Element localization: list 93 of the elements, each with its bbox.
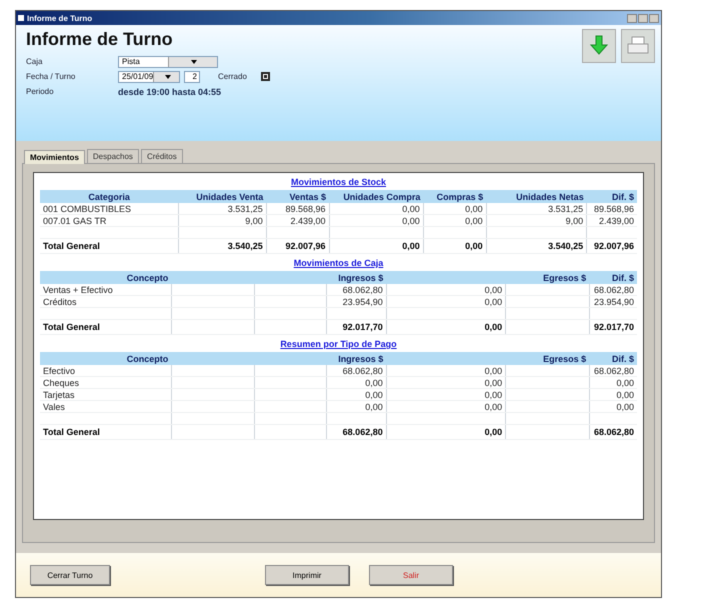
column-header: Egresos $ <box>386 271 590 284</box>
table-cell: 0,00 <box>386 400 506 412</box>
column-header: Ingresos $ <box>254 352 386 365</box>
column-header: Unidades Netas <box>486 190 587 203</box>
column-header: Dif. $ <box>586 190 637 203</box>
table-cell: 23.954,90 <box>589 296 637 308</box>
table-cell: 0,00 <box>386 388 506 400</box>
table-cell: 0,00 <box>386 284 506 296</box>
total-cell: 92.017,70 <box>589 320 637 334</box>
table-cell: 0,00 <box>386 296 506 308</box>
total-cell: Total General <box>40 238 178 254</box>
total-cell: 92.007,96 <box>586 238 637 254</box>
section-title-link[interactable]: Movimientos de Caja <box>294 258 384 268</box>
download-button[interactable] <box>582 29 616 63</box>
table-cell: 001 COMBUSTIBLES <box>40 203 178 214</box>
column-header: Dif. $ <box>589 271 637 284</box>
table-cell: 9,00 <box>178 214 266 226</box>
checkbox-label: Cerrado <box>218 72 247 81</box>
field-label: Periodo <box>26 87 55 96</box>
table-cell: Tarjetas <box>40 388 172 400</box>
field-label: Fecha / Turno <box>26 72 76 81</box>
column-header: Categoria <box>40 190 178 203</box>
table-cell: Créditos <box>40 296 172 308</box>
table-cell: 89.568,96 <box>586 203 637 214</box>
table-cell: 0,00 <box>326 400 386 412</box>
section-title-link[interactable]: Movimientos de Stock <box>290 177 386 187</box>
table-cell: 0,00 <box>386 376 506 388</box>
window-title: Informe de Turno <box>27 14 92 22</box>
table-cell: 0,00 <box>329 214 424 226</box>
table-cell: 0,00 <box>326 376 386 388</box>
total-cell: 92.017,70 <box>326 320 386 334</box>
table-cell: 0,00 <box>423 203 486 214</box>
total-cell: 3.540,25 <box>178 238 266 254</box>
column-header: Unidades Compra <box>329 190 424 203</box>
total-cell: 68.062,80 <box>589 424 637 440</box>
table-cell: 0,00 <box>589 400 637 412</box>
table-cell: Cheques <box>40 376 172 388</box>
window-icon <box>18 15 24 21</box>
cashbox-dropdown[interactable]: Pista <box>118 56 218 68</box>
table-cell: Ventas + Efectivo <box>40 284 172 296</box>
table-cell: 23.954,90 <box>326 296 386 308</box>
total-cell: Total General <box>40 424 172 440</box>
table-cell: 89.568,96 <box>266 203 330 214</box>
total-cell: 0,00 <box>386 320 506 334</box>
total-cell: 3.540,25 <box>486 238 587 254</box>
column-header: Egresos $ <box>386 352 590 365</box>
caret-icon <box>165 74 172 78</box>
table-cell: 0,00 <box>423 214 486 226</box>
closed-checkbox[interactable] <box>260 72 270 81</box>
column-header: Compras $ <box>423 190 486 203</box>
column-header: Concepto <box>40 271 255 284</box>
column-header: Concepto <box>40 352 255 365</box>
table-cell: 2.439,00 <box>586 214 637 226</box>
date-picker[interactable]: 25/01/09 <box>118 70 180 82</box>
total-cell: 0,00 <box>386 424 506 440</box>
footer-button[interactable]: Imprimir <box>265 565 349 585</box>
total-cell: 92.007,96 <box>266 238 330 254</box>
tab[interactable]: Despachos <box>86 149 139 163</box>
caret-icon <box>191 60 198 64</box>
shift-field[interactable]: 2 <box>184 70 200 82</box>
section-title-link[interactable]: Resumen por Tipo de Pago <box>280 339 397 349</box>
table-cell: 2.439,00 <box>266 214 330 226</box>
table-cell: 68.062,80 <box>589 284 637 296</box>
table-cell: 68.062,80 <box>589 365 637 376</box>
report-title: Informe de Turno <box>26 29 173 50</box>
table-cell: 0,00 <box>326 388 386 400</box>
table-cell: Efectivo <box>40 365 172 376</box>
table-cell: 68.062,80 <box>326 284 386 296</box>
total-cell: 0,00 <box>329 238 424 254</box>
column-header: Ingresos $ <box>254 271 386 284</box>
column-header: Ventas $ <box>266 190 330 203</box>
table-cell: 0,00 <box>386 365 506 376</box>
footer-button[interactable]: Salir <box>369 565 453 585</box>
column-header: Dif. $ <box>589 352 637 365</box>
table-cell: 007.01 GAS TR <box>40 214 178 226</box>
tab[interactable]: Créditos <box>140 149 183 163</box>
column-header: Unidades Venta <box>178 190 266 203</box>
total-cell: Total General <box>40 320 172 334</box>
table-cell: Vales <box>40 400 172 412</box>
footer-button[interactable]: Cerrar Turno <box>30 565 110 585</box>
table-cell: 0,00 <box>589 376 637 388</box>
total-cell: 68.062,80 <box>326 424 386 440</box>
print-button[interactable] <box>621 29 655 63</box>
field-label: Caja <box>26 57 44 66</box>
table-cell: 3.531,25 <box>178 203 266 214</box>
table-cell: 3.531,25 <box>486 203 587 214</box>
period-value: desde 19:00 hasta 04:55 <box>118 86 222 96</box>
table-cell: 9,00 <box>486 214 587 226</box>
tab[interactable]: Movimientos <box>24 150 85 164</box>
table-cell: 0,00 <box>329 203 424 214</box>
total-cell: 0,00 <box>423 238 486 254</box>
table-cell: 0,00 <box>589 388 637 400</box>
table-cell: 68.062,80 <box>326 365 386 376</box>
